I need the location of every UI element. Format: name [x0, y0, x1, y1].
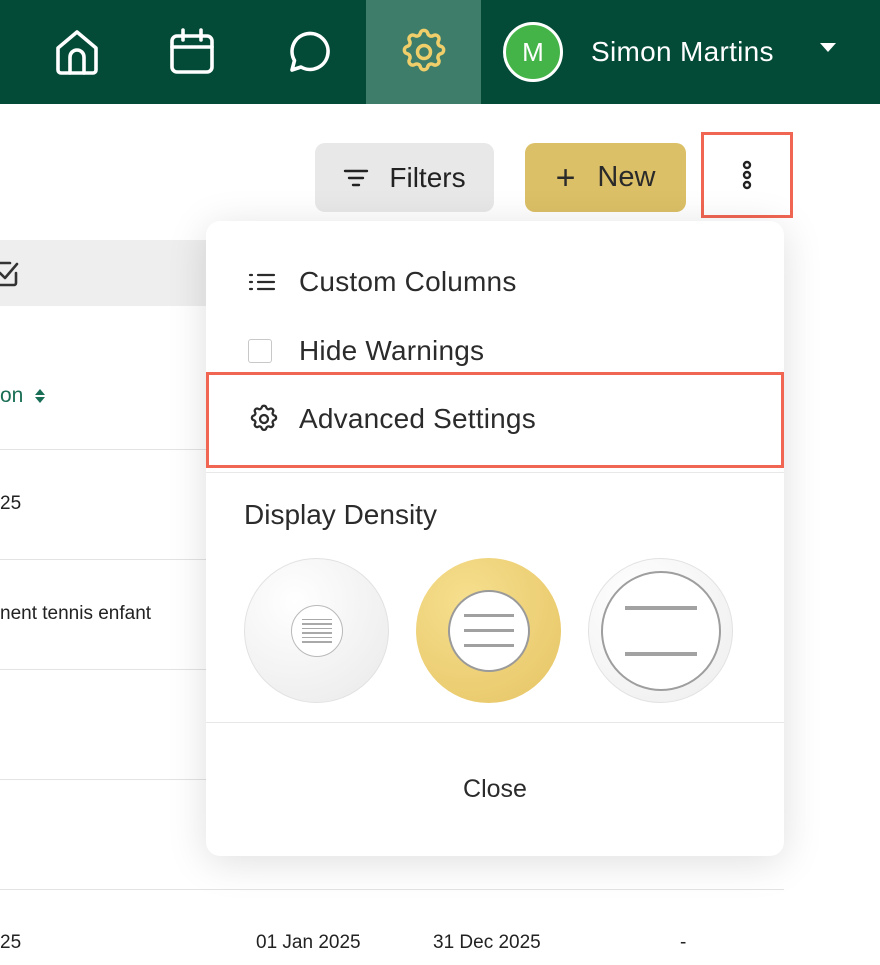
menu-item-label: Hide Warnings — [299, 335, 485, 366]
nav-calendar-button[interactable] — [134, 0, 249, 104]
table-cell: - — [680, 932, 687, 953]
nav-settings-button[interactable] — [366, 0, 481, 104]
density-comfortable-icon — [600, 570, 721, 691]
row-divider — [0, 559, 215, 560]
nav-home-button[interactable] — [19, 0, 134, 104]
menu-item-label: Custom Columns — [299, 266, 517, 297]
avatar: M — [503, 22, 563, 82]
table-cell: 25 — [0, 493, 22, 514]
new-button[interactable]: + New — [525, 143, 686, 212]
more-options-button[interactable] — [701, 132, 793, 218]
user-menu[interactable]: M Simon Martins — [482, 0, 880, 104]
density-compact-icon — [290, 604, 343, 657]
calendar-icon — [169, 28, 214, 74]
checkbox-icon[interactable] — [248, 339, 272, 363]
new-label: New — [597, 161, 656, 193]
table-cell: 25 — [0, 932, 22, 953]
density-option-comfortable[interactable] — [588, 558, 733, 703]
nav-messages-button[interactable] — [250, 0, 365, 104]
sort-icon — [35, 389, 46, 403]
close-button[interactable]: Close — [206, 723, 784, 856]
filters-label: Filters — [389, 161, 466, 193]
top-nav-bar: M Simon Martins — [0, 0, 880, 104]
home-icon — [55, 30, 98, 75]
filters-button[interactable]: Filters — [315, 143, 494, 212]
table-header-bar — [0, 240, 215, 306]
density-title: Display Density — [244, 499, 437, 530]
caret-down-icon — [820, 43, 836, 52]
filter-icon — [343, 168, 369, 188]
user-name: Simon Martins — [591, 36, 774, 67]
gear-icon — [402, 28, 445, 72]
table-cell-start-date: 01 Jan 2025 — [256, 932, 361, 953]
advanced-settings-highlight — [206, 372, 784, 468]
vertical-ellipsis-icon — [742, 160, 752, 190]
options-dropdown: Custom Columns Hide Warnings Advanced Se… — [206, 221, 784, 856]
chat-bubble-icon — [289, 31, 330, 72]
density-standard-icon — [447, 589, 530, 672]
table-cell-end-date: 31 Dec 2025 — [433, 932, 541, 953]
row-divider — [0, 779, 215, 780]
density-option-compact[interactable] — [244, 558, 389, 703]
menu-divider — [206, 472, 784, 473]
menu-item-custom-columns[interactable]: Custom Columns — [206, 251, 784, 313]
row-divider — [0, 449, 215, 450]
table-cell: nent tennis enfant — [0, 603, 152, 624]
row-divider — [0, 669, 215, 670]
density-option-standard[interactable] — [416, 558, 561, 703]
sortable-column-header[interactable]: on — [0, 384, 46, 408]
plus-icon: + — [555, 158, 576, 197]
row-divider — [0, 889, 784, 890]
checkbox-checked-icon[interactable] — [0, 259, 20, 289]
list-icon — [248, 272, 276, 292]
